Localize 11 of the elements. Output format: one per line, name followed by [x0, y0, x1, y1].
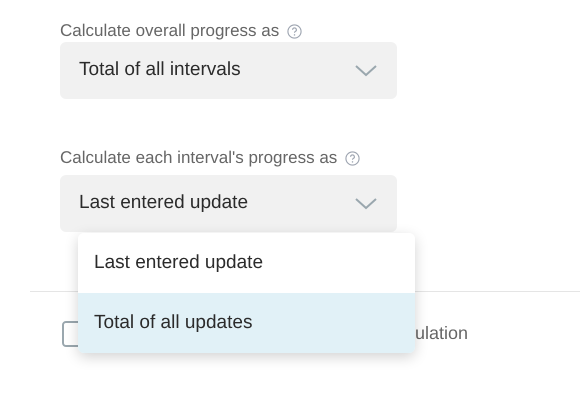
field-label: Calculate each interval's progress as — [60, 147, 338, 170]
chevron-down-icon — [355, 198, 377, 210]
select-field[interactable]: Last entered update — [60, 175, 397, 232]
field-label: Calculate overall progress as — [60, 20, 280, 42]
chevron-down-icon — [355, 64, 377, 76]
dropdown-option[interactable]: Last entered update — [78, 233, 415, 293]
dropdown-option[interactable]: Total of all updates — [78, 293, 415, 353]
help-icon[interactable] — [345, 150, 360, 166]
help-icon[interactable] — [287, 24, 302, 38]
select-field[interactable]: Total of all intervals — [60, 42, 397, 99]
checkbox-label: ulation — [415, 322, 468, 345]
